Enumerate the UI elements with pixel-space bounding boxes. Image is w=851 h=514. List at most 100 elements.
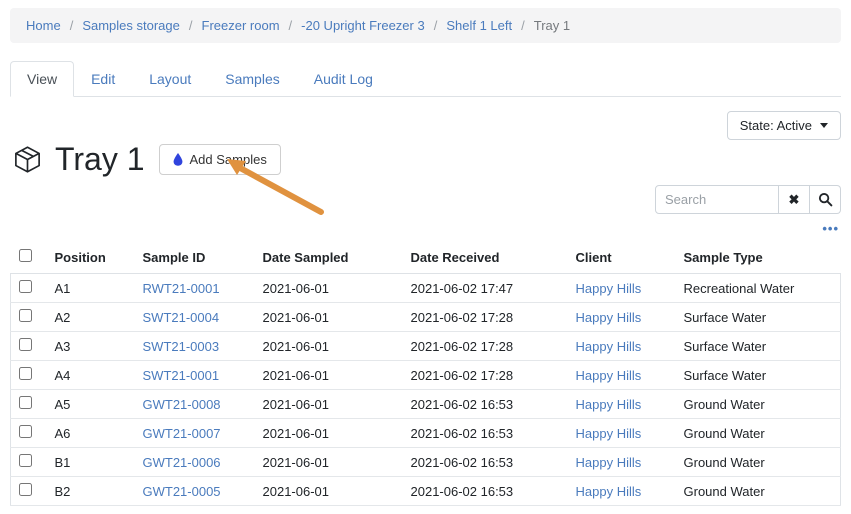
tab-bar: View Edit Layout Samples Audit Log [10, 61, 841, 97]
table-row: A4 SWT21-0001 2021-06-01 2021-06-02 17:2… [11, 361, 841, 390]
clear-search-button[interactable]: ✖ [779, 185, 810, 214]
table-row: B1 GWT21-0006 2021-06-01 2021-06-02 16:5… [11, 448, 841, 477]
sample-id-link[interactable]: SWT21-0004 [143, 310, 220, 325]
row-checkbox[interactable] [19, 367, 32, 380]
state-row: State: Active [10, 111, 841, 140]
tab-label: Edit [91, 71, 115, 87]
client-link[interactable]: Happy Hills [576, 426, 642, 441]
clear-icon: ✖ [789, 192, 800, 208]
search-group: ✖ [655, 185, 841, 214]
cell-position: B2 [47, 477, 135, 506]
cell-date-sampled: 2021-06-01 [255, 477, 403, 506]
cell-sample-type: Ground Water [676, 419, 841, 448]
cell-date-received: 2021-06-02 17:47 [403, 274, 568, 303]
row-checkbox[interactable] [19, 280, 32, 293]
tab[interactable]: Edit [74, 61, 132, 97]
cell-position: A1 [47, 274, 135, 303]
samples-table: Position Sample ID Date Sampled Date Rec… [10, 241, 841, 506]
tab-label: Layout [149, 71, 191, 87]
breadcrumb-separator: / [521, 18, 525, 33]
tab-label: Samples [225, 71, 279, 87]
breadcrumb-link[interactable]: Tray 1 [534, 18, 570, 33]
cell-date-sampled: 2021-06-01 [255, 303, 403, 332]
client-link[interactable]: Happy Hills [576, 397, 642, 412]
column-toggle-ellipsis-icon[interactable]: ••• [822, 222, 839, 235]
search-icon [818, 192, 833, 207]
breadcrumb-link[interactable]: Samples storage [82, 18, 180, 33]
cell-sample-type: Recreational Water [676, 274, 841, 303]
table-row: A1 RWT21-0001 2021-06-01 2021-06-02 17:4… [11, 274, 841, 303]
tab[interactable]: Samples [208, 61, 296, 97]
column-header-sample-id: Sample ID [135, 241, 255, 274]
add-samples-button[interactable]: Add Samples [159, 144, 281, 175]
table-body: A1 RWT21-0001 2021-06-01 2021-06-02 17:4… [11, 274, 841, 506]
sample-id-link[interactable]: GWT21-0008 [143, 397, 221, 412]
search-row: ✖ [10, 185, 841, 214]
sample-id-link[interactable]: SWT21-0001 [143, 368, 220, 383]
client-link[interactable]: Happy Hills [576, 455, 642, 470]
cell-position: A6 [47, 419, 135, 448]
cell-sample-type: Surface Water [676, 303, 841, 332]
breadcrumb-separator: / [70, 18, 74, 33]
cell-date-received: 2021-06-02 17:28 [403, 303, 568, 332]
table-row: B2 GWT21-0005 2021-06-01 2021-06-02 16:5… [11, 477, 841, 506]
cell-position: A2 [47, 303, 135, 332]
table-row: A6 GWT21-0007 2021-06-01 2021-06-02 16:5… [11, 419, 841, 448]
breadcrumb-item: / Freezer room [180, 18, 280, 33]
column-header-date-received: Date Received [403, 241, 568, 274]
cell-date-received: 2021-06-02 16:53 [403, 419, 568, 448]
column-header-position: Position [47, 241, 135, 274]
cell-date-received: 2021-06-02 17:28 [403, 332, 568, 361]
cell-position: B1 [47, 448, 135, 477]
row-checkbox[interactable] [19, 483, 32, 496]
tab[interactable]: Layout [132, 61, 208, 97]
sample-id-link[interactable]: RWT21-0001 [143, 281, 220, 296]
row-checkbox[interactable] [19, 425, 32, 438]
tab[interactable]: Audit Log [297, 61, 390, 97]
state-dropdown-button[interactable]: State: Active [727, 111, 841, 140]
cell-date-sampled: 2021-06-01 [255, 448, 403, 477]
cell-date-received: 2021-06-02 16:53 [403, 448, 568, 477]
caret-down-icon [820, 123, 828, 128]
breadcrumb-link[interactable]: Shelf 1 Left [446, 18, 512, 33]
cell-date-sampled: 2021-06-01 [255, 332, 403, 361]
page-title: Tray 1 [55, 142, 145, 177]
client-link[interactable]: Happy Hills [576, 281, 642, 296]
sample-id-link[interactable]: SWT21-0003 [143, 339, 220, 354]
breadcrumb-link[interactable]: Freezer room [202, 18, 280, 33]
client-link[interactable]: Happy Hills [576, 339, 642, 354]
breadcrumb-separator: / [289, 18, 293, 33]
client-link[interactable]: Happy Hills [576, 484, 642, 499]
breadcrumb-link[interactable]: Home [26, 18, 61, 33]
search-input[interactable] [655, 185, 779, 214]
sample-id-link[interactable]: GWT21-0005 [143, 484, 221, 499]
row-checkbox[interactable] [19, 338, 32, 351]
select-all-checkbox[interactable] [19, 249, 32, 262]
state-dropdown-label: State: Active [740, 118, 812, 133]
cell-date-received: 2021-06-02 17:28 [403, 361, 568, 390]
row-checkbox[interactable] [19, 396, 32, 409]
column-header-client: Client [568, 241, 676, 274]
tab[interactable]: View [10, 61, 74, 97]
search-button[interactable] [810, 185, 841, 214]
breadcrumb-separator: / [434, 18, 438, 33]
column-header-date-sampled: Date Sampled [255, 241, 403, 274]
sample-id-link[interactable]: GWT21-0006 [143, 455, 221, 470]
client-link[interactable]: Happy Hills [576, 310, 642, 325]
tab-label: Audit Log [314, 71, 373, 87]
row-checkbox[interactable] [19, 309, 32, 322]
breadcrumb-item: / Home [26, 18, 61, 33]
table-header: Position Sample ID Date Sampled Date Rec… [11, 241, 841, 274]
cell-date-sampled: 2021-06-01 [255, 390, 403, 419]
breadcrumb-separator: / [189, 18, 193, 33]
tab-label: View [27, 71, 57, 87]
client-link[interactable]: Happy Hills [576, 368, 642, 383]
breadcrumb-item: / Samples storage [61, 18, 180, 33]
row-checkbox[interactable] [19, 454, 32, 467]
sample-id-link[interactable]: GWT21-0007 [143, 426, 221, 441]
breadcrumb-item: / Shelf 1 Left [425, 18, 512, 33]
page-container: / Home / Samples storage / Freezer room … [0, 0, 851, 514]
cell-position: A5 [47, 390, 135, 419]
breadcrumb-link[interactable]: -20 Upright Freezer 3 [301, 18, 425, 33]
breadcrumb: / Home / Samples storage / Freezer room … [10, 8, 841, 43]
